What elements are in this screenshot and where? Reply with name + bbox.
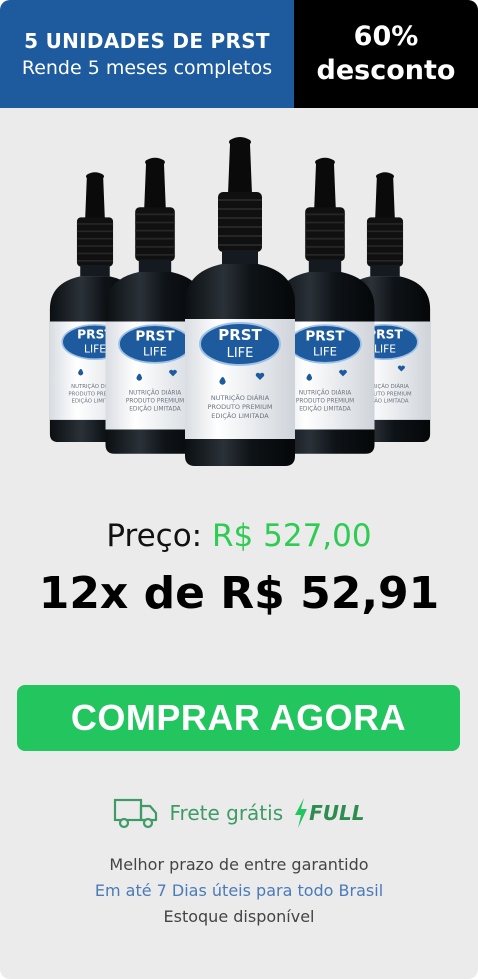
bottle-brand-text: LIFE: [313, 345, 337, 359]
offer-title-block: 5 UNIDADES DE PRST Rende 5 meses complet…: [0, 0, 294, 108]
shipping-info: Frete grátis FULL: [0, 796, 478, 830]
delivery-info: Melhor prazo de entre garantido Em até 7…: [0, 852, 478, 930]
offer-title: 5 UNIDADES DE PRST: [24, 29, 270, 53]
bottle-brand-text: LIFE: [374, 343, 396, 356]
installment-price: 12x de R$ 52,91: [38, 568, 440, 619]
offer-subtitle: Rende 5 meses completos: [21, 57, 273, 79]
price-label: Preço:: [106, 518, 203, 554]
lightning-icon: [295, 798, 308, 828]
bottle-brand-text: PRST: [135, 328, 175, 344]
bottle-brand-text: LIFE: [84, 343, 106, 356]
bottle-label-text: PRODUTO PREMIUM: [296, 399, 354, 405]
discount-percent: 60%: [353, 21, 419, 52]
bottle-label-text: NUTRIÇÃO DIÁRIA: [299, 389, 351, 396]
truck-icon: [114, 798, 158, 829]
discount-label: desconto: [316, 55, 456, 86]
bottle-label-text: PRODUTO PREMIUM: [208, 403, 273, 411]
buy-now-button[interactable]: COMPRAR AGORA: [17, 685, 460, 751]
product-image: PRSTLIFENUTRIÇÃO DIÁRIAPRODUTO PREMIUMED…: [49, 137, 431, 466]
full-label: FULL: [309, 801, 365, 825]
offer-header: 5 UNIDADES DE PRST Rende 5 meses complet…: [0, 0, 478, 108]
full-badge: FULL: [293, 798, 365, 828]
free-shipping-text: Frete grátis: [169, 801, 284, 825]
bottle-label-text: NUTRIÇÃO DIÁRIA: [129, 389, 181, 396]
bottle-label-text: EDIÇÃO LIMITADA: [211, 411, 269, 420]
bottle-label-text: PRODUTO PREMIUM: [126, 399, 184, 405]
bottle-label-text: EDIÇÃO LIMITADA: [299, 406, 351, 413]
bottle-brand-text: LIFE: [227, 346, 254, 361]
stock-status: Estoque disponível: [163, 907, 315, 926]
bottle-label-text: EDIÇÃO LIMITADA: [129, 406, 181, 413]
delivery-time: Em até 7 Dias úteis para todo Brasil: [94, 881, 384, 900]
bottle-label-text: NUTRIÇÃO DIÁRIA: [211, 393, 270, 402]
price-value: R$ 527,00: [212, 518, 372, 554]
offer-card: 5 UNIDADES DE PRST Rende 5 meses complet…: [0, 0, 478, 979]
bottle-brand-text: LIFE: [143, 345, 167, 359]
price-line: Preço: R$ 527,00: [0, 518, 478, 554]
bottle-brand-text: PRST: [305, 328, 345, 344]
bottle: PRST LIFE NUTRIÇÃO DIÁRIAPRODUTO PREMIUMED…: [185, 137, 295, 466]
discount-badge: 60% desconto: [294, 0, 478, 108]
bottle-brand-text: PRST: [218, 326, 262, 344]
delivery-guarantee: Melhor prazo de entre garantido: [109, 855, 369, 874]
